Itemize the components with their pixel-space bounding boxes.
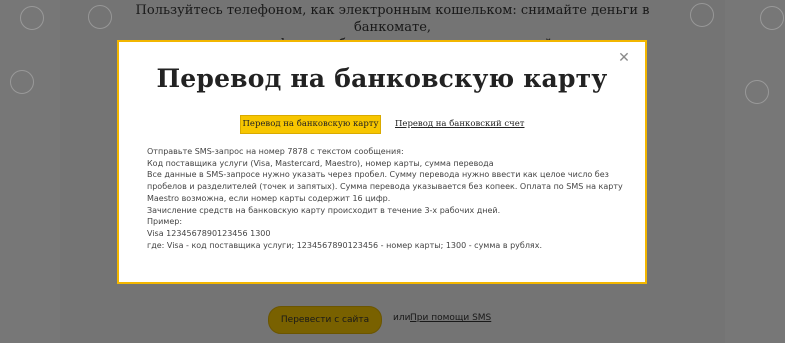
instruction-line: Пример: bbox=[147, 217, 183, 227]
modal-title: Перевод на банковскую карту bbox=[156, 64, 608, 93]
decor-circle-icon bbox=[88, 5, 112, 29]
modal-instructions: Отправьте SMS-запрос на номер 7878 с тек… bbox=[147, 146, 627, 251]
decor-circle-icon bbox=[745, 80, 769, 104]
decor-circle-icon bbox=[20, 6, 44, 30]
decor-circle-icon bbox=[760, 6, 784, 30]
tab-bank-card[interactable]: Перевод на банковскую карту bbox=[240, 115, 381, 134]
close-icon[interactable]: ✕ bbox=[617, 51, 631, 65]
instruction-line: Отправьте SMS-запрос на номер 7878 с тек… bbox=[147, 147, 404, 156]
decor-circle-icon bbox=[10, 70, 34, 94]
decor-circle-icon bbox=[690, 3, 714, 27]
instruction-line: где: Visa - код поставщика услуги; 12345… bbox=[147, 240, 543, 250]
instruction-line: Код поставщика услуги (Visa, Mastercard,… bbox=[147, 158, 494, 168]
instruction-line: Зачисление средств на банковскую карту п… bbox=[147, 205, 501, 215]
modal-tabs: Перевод на банковскую карту Перевод на б… bbox=[119, 115, 645, 135]
tab-bank-account[interactable]: Перевод на банковский счет bbox=[395, 119, 524, 129]
instruction-line: Visa 1234567890123456 1300 bbox=[147, 228, 271, 238]
instruction-line: Все данные в SMS-запросе нужно указать ч… bbox=[147, 170, 609, 180]
transfer-modal: ✕ Перевод на банковскую карту Перевод на… bbox=[117, 40, 647, 284]
instruction-line: Maestro возможна, если номер карты содер… bbox=[147, 193, 391, 203]
instruction-line: пробелов и разделителей (точек и запятых… bbox=[147, 182, 623, 192]
